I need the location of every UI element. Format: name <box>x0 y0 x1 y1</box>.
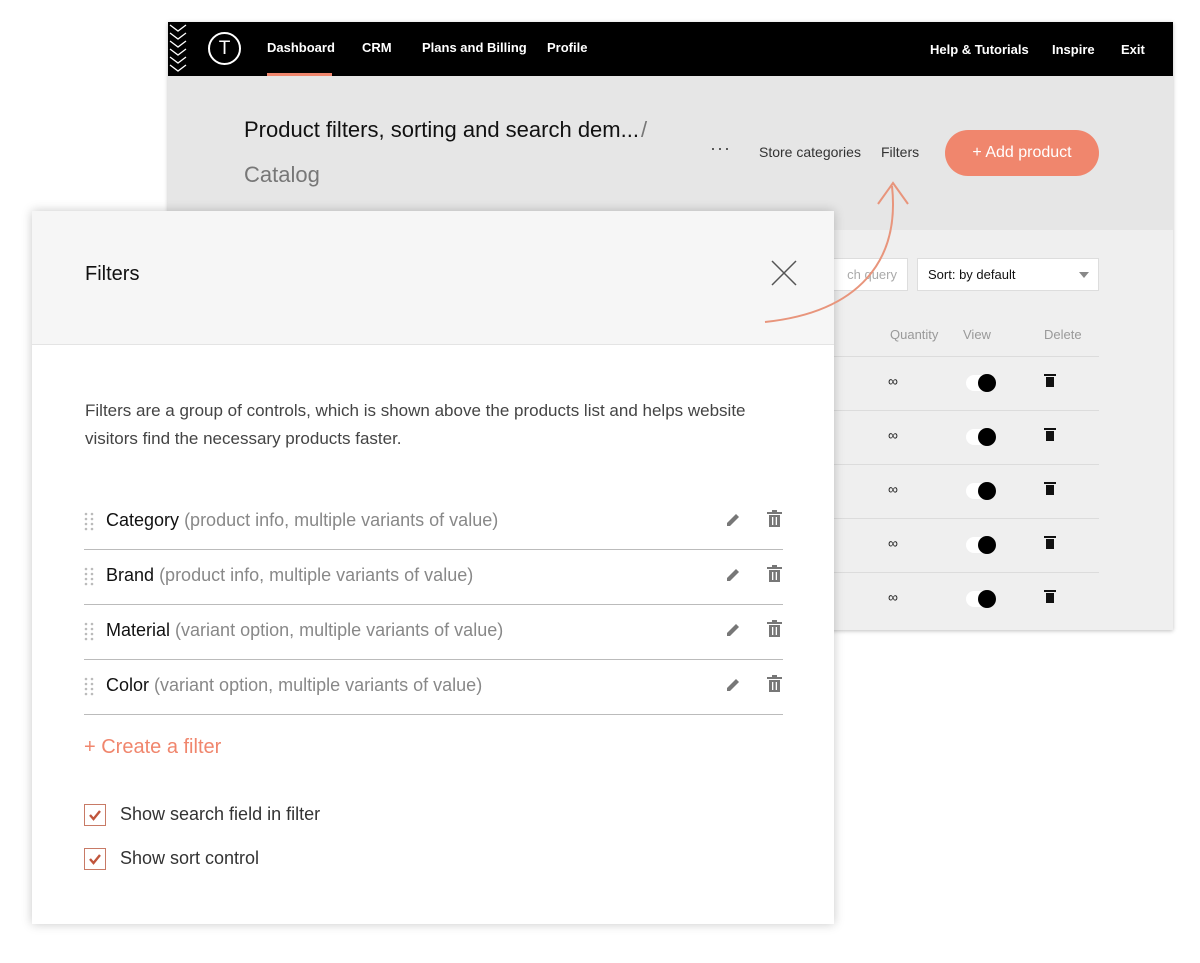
pencil-icon[interactable] <box>724 621 742 639</box>
filter-row[interactable]: Color (variant option, multiple variants… <box>84 660 783 715</box>
filter-name: Category <box>106 510 180 530</box>
toggle-knob <box>978 428 996 446</box>
view-toggle[interactable] <box>966 482 996 500</box>
show-sort-control-option[interactable]: Show sort control <box>84 848 384 872</box>
breadcrumb-separator: / <box>641 117 648 142</box>
sort-select-value: Sort: by default <box>928 267 1016 282</box>
modal-header: Filters <box>32 211 834 345</box>
table-row: ∞ <box>833 410 1099 464</box>
modal-description: Filters are a group of controls, which i… <box>85 401 746 448</box>
modal-title: Filters <box>85 263 140 285</box>
quantity-value: ∞ <box>888 481 898 497</box>
trash-icon[interactable] <box>766 564 783 584</box>
toggle-knob <box>978 482 996 500</box>
checkmark-icon <box>89 854 101 865</box>
view-toggle[interactable] <box>966 374 996 392</box>
pencil-icon[interactable] <box>724 566 742 584</box>
trash-icon[interactable] <box>766 619 783 639</box>
filters-modal: Filters Filters are a group of controls,… <box>32 211 834 924</box>
show-search-field-option[interactable]: Show search field in filter <box>84 804 384 828</box>
show-sort-checkbox[interactable] <box>84 848 106 870</box>
create-filter-link[interactable]: + Create a filter <box>84 736 221 759</box>
drag-handle-icon[interactable] <box>84 676 94 696</box>
checkbox-label: Show sort control <box>120 848 260 868</box>
filter-row[interactable]: Category (product info, multiple variant… <box>84 495 783 550</box>
drag-handle-icon[interactable] <box>84 511 94 531</box>
trash-icon[interactable] <box>1044 536 1056 549</box>
filter-label: Color (variant option, multiple variants… <box>106 675 482 696</box>
close-icon[interactable] <box>770 259 798 287</box>
project-title[interactable]: Product filters, sorting and search dem.… <box>244 117 639 143</box>
trash-icon[interactable] <box>766 509 783 529</box>
quantity-value: ∞ <box>888 589 898 605</box>
trash-icon[interactable] <box>766 674 783 694</box>
drag-handle-icon[interactable] <box>84 621 94 641</box>
page-title: Catalog <box>244 162 320 187</box>
nav-help-tutorials[interactable]: Help & Tutorials <box>930 42 1029 57</box>
filter-row[interactable]: Brand (product info, multiple variants o… <box>84 550 783 605</box>
filter-detail: (product info, multiple variants of valu… <box>159 565 474 585</box>
store-categories-link[interactable]: Store categories <box>759 144 861 160</box>
table-row: ∞ <box>833 572 1099 626</box>
table-row: ∞ <box>833 356 1099 410</box>
nav-profile[interactable]: Profile <box>547 40 587 55</box>
table-row: ∞ <box>833 464 1099 518</box>
filter-name: Brand <box>106 565 155 585</box>
toggle-knob <box>978 374 996 392</box>
nav-dashboard[interactable]: Dashboard <box>267 40 335 55</box>
pencil-icon[interactable] <box>724 676 742 694</box>
logo[interactable]: T <box>208 32 241 65</box>
quantity-value: ∞ <box>888 427 898 443</box>
filter-name: Color <box>106 675 150 695</box>
column-header-view: View <box>963 327 991 342</box>
quantity-value: ∞ <box>888 535 898 551</box>
trash-icon[interactable] <box>1044 374 1056 387</box>
pencil-icon[interactable] <box>724 511 742 529</box>
checkmark-icon <box>89 810 101 821</box>
sort-select[interactable]: Sort: by default <box>917 258 1099 291</box>
zigzag-decoration <box>169 24 187 72</box>
drag-handle-icon[interactable] <box>84 566 94 586</box>
trash-icon[interactable] <box>1044 482 1056 495</box>
filter-label: Brand (product info, multiple variants o… <box>106 565 473 586</box>
filter-row[interactable]: Material (variant option, multiple varia… <box>84 605 783 660</box>
table-row: ∞ <box>833 518 1099 572</box>
toggle-knob <box>978 590 996 608</box>
column-header-delete: Delete <box>1044 327 1082 342</box>
column-header-quantity: Quantity <box>890 327 939 342</box>
top-navbar: T Dashboard CRM Plans and Billing Profil… <box>168 22 1173 76</box>
trash-icon[interactable] <box>1044 428 1056 441</box>
filter-label: Category (product info, multiple variant… <box>106 510 498 531</box>
nav-exit[interactable]: Exit <box>1121 42 1145 57</box>
trash-icon[interactable] <box>1044 590 1056 603</box>
filter-label: Material (variant option, multiple varia… <box>106 620 503 641</box>
add-product-button[interactable]: + Add product <box>945 130 1099 176</box>
nav-plans-and-billing[interactable]: Plans and Billing <box>422 40 527 55</box>
view-toggle[interactable] <box>966 536 996 554</box>
show-search-checkbox[interactable] <box>84 804 106 826</box>
filter-detail: (variant option, multiple variants of va… <box>154 675 483 695</box>
filter-detail: (product info, multiple variants of valu… <box>184 510 499 530</box>
more-menu-button[interactable]: ··· <box>710 138 731 159</box>
filter-name: Material <box>106 620 171 640</box>
toggle-knob <box>978 536 996 554</box>
filters-link[interactable]: Filters <box>881 144 919 160</box>
filter-detail: (variant option, multiple variants of va… <box>175 620 504 640</box>
quantity-value: ∞ <box>888 373 898 389</box>
view-toggle[interactable] <box>966 428 996 446</box>
nav-inspire[interactable]: Inspire <box>1052 42 1095 57</box>
nav-crm[interactable]: CRM <box>362 40 392 55</box>
view-toggle[interactable] <box>966 590 996 608</box>
checkbox-label: Show search field in filter <box>120 804 321 824</box>
chevron-down-icon <box>1079 272 1089 278</box>
